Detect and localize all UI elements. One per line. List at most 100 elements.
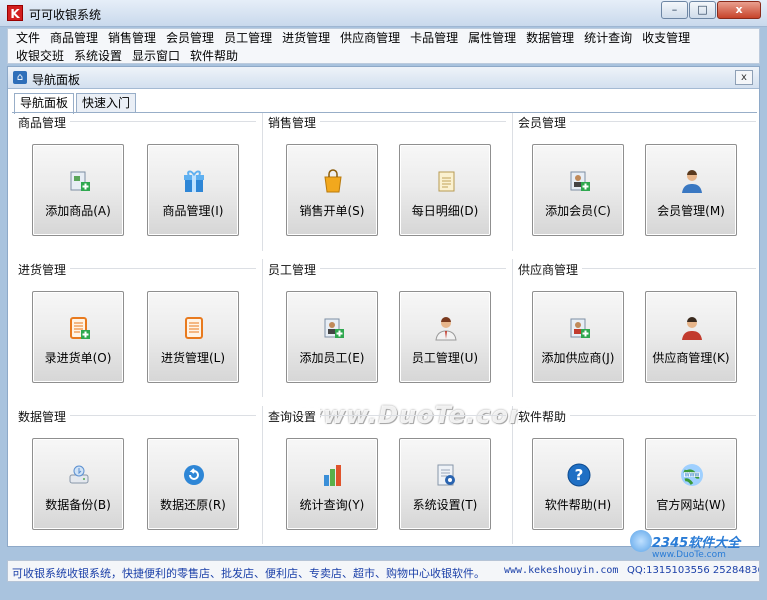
tile-label: 软件帮助(H) [544,498,612,512]
section-title: 会员管理 [518,114,571,131]
tab-navigation-panel[interactable]: 导航面板 [14,93,75,114]
menu-item[interactable]: 商品管理 [46,30,104,47]
menu-item[interactable]: 数据管理 [522,30,580,47]
tile-button[interactable]: WWW 官方网站(W) [645,438,737,530]
tile-label: 每日明细(D) [411,204,479,218]
app-logo-icon: K [7,5,23,21]
menu-item[interactable]: 会员管理 [162,30,220,47]
purchase-list-icon [181,315,207,341]
svg-text:?: ? [575,466,584,484]
add-employee-icon [320,315,346,341]
menu-item[interactable]: 进货管理 [278,30,336,47]
add-member-icon [566,168,592,194]
tile-label: 官方网站(W) [656,498,726,512]
maximize-button[interactable]: □ [689,1,716,19]
tile-button[interactable]: 销售开单(S) [286,144,378,236]
system-settings-icon [433,462,459,488]
menu-item[interactable]: 销售管理 [104,30,162,47]
tile-button[interactable]: 商品管理(I) [147,144,239,236]
tile-label: 员工管理(U) [411,351,479,365]
tile-button[interactable]: 系统设置(T) [399,438,491,530]
tile-button[interactable]: 添加员工(E) [286,291,378,383]
menu-row-2: 收银交班 系统设置 显示窗口 软件帮助 [8,47,759,65]
navigation-panel: ⌂ 导航面板 x 导航面板 快速入门 www.DuoTe.com 商品管理 添加商… [7,66,760,547]
section-title: 进货管理 [18,261,71,278]
tile-button[interactable]: 数据备份(B) [32,438,124,530]
menu-item[interactable]: 显示窗口 [128,48,186,65]
tile-button[interactable]: ? 软件帮助(H) [532,438,624,530]
tile-label: 添加员工(E) [299,351,365,365]
data-backup-icon [66,462,92,488]
tile-label: 进货管理(L) [160,351,226,365]
menu-item[interactable]: 员工管理 [220,30,278,47]
tile-button[interactable]: 每日明细(D) [399,144,491,236]
minimize-button[interactable]: – [661,1,688,19]
tile-button[interactable]: 添加商品(A) [32,144,124,236]
menu-item[interactable]: 系统设置 [70,48,128,65]
title-bar: K 可可收银系统 – □ x [0,0,767,27]
menu-item[interactable]: 卡品管理 [406,30,464,47]
badge-sub-text: www.DuoTe.com [652,550,726,560]
tile-button[interactable]: 数据还原(R) [147,438,239,530]
status-text: 可收银系统收银系统，快捷便利的零售店、批发店、便利店、专卖店、超市、购物中心收银… [12,567,485,580]
tile-label: 数据还原(R) [160,498,226,512]
section-title: 数据管理 [18,408,71,425]
tile-label: 添加供应商(J) [541,351,615,365]
tile-button[interactable]: 供应商管理(K) [645,291,737,383]
menu-bar: 文件 商品管理 销售管理 会员管理 员工管理 进货管理 供应商管理 卡品管理 属性管理 数据管理统… [7,28,760,64]
badge-main-text: 2345软件大全 [652,536,741,551]
column-divider [512,113,513,251]
tile-button[interactable]: 会员管理(M) [645,144,737,236]
tile-label: 录进货单(O) [44,351,112,365]
section-6: 数据管理 [18,408,256,425]
help-icon: ? [566,462,592,488]
tile-button[interactable]: 添加供应商(J) [532,291,624,383]
member-icon [679,168,705,194]
status-website: www.kekeshouyin.com [504,565,619,576]
column-divider [262,259,263,397]
panel-close-button[interactable]: x [735,70,753,85]
menu-item[interactable]: 软件帮助 [186,48,244,65]
tile-button[interactable]: 录进货单(O) [32,291,124,383]
add-product-icon [66,168,92,194]
section-title: 查询设置 [268,408,321,425]
menu-row-1: 文件 商品管理 销售管理 会员管理 员工管理 进货管理 供应商管理 卡品管理 属性管理 数据管理统… [8,29,759,47]
menu-item[interactable]: 统计查询 [580,30,638,47]
purchase-order-icon [66,315,92,341]
tab-strip: 导航面板 快速入门 [14,93,138,114]
section-8: 软件帮助 [518,408,756,425]
tile-button[interactable]: 进货管理(L) [147,291,239,383]
add-supplier-icon [566,315,592,341]
close-button[interactable]: x [717,1,761,19]
statistics-icon [320,462,346,488]
tile-button[interactable]: 员工管理(U) [399,291,491,383]
menu-item[interactable]: 供应商管理 [336,30,406,47]
window-controls: – □ x [660,1,761,19]
section-1: 销售管理 [268,114,506,131]
svg-text:WWW: WWW [685,473,700,479]
panel-title: 导航面板 [32,73,81,87]
section-2: 会员管理 [518,114,756,131]
tile-label: 添加商品(A) [45,204,111,218]
menu-item[interactable]: 属性管理 [464,30,522,47]
section-0: 商品管理 [18,114,256,131]
tile-button[interactable]: 统计查询(Y) [286,438,378,530]
column-divider [262,113,263,251]
tile-button[interactable]: 添加会员(C) [532,144,624,236]
column-divider [512,259,513,397]
gift-icon [181,168,207,194]
tab-quick-start[interactable]: 快速入门 [76,93,137,113]
column-divider [262,406,263,544]
data-restore-icon [181,462,207,488]
tile-label: 数据备份(B) [45,498,111,512]
supplier-icon [679,315,705,341]
tab-content: www.DuoTe.com 商品管理 添加商品(A) 商品管理(I) 销售管理 销售开单… [12,112,757,544]
employee-icon [433,315,459,341]
daily-detail-icon [433,168,459,194]
menu-item[interactable]: 收银交班 [12,48,70,65]
section-title: 员工管理 [268,261,321,278]
menu-item[interactable]: 收支管理 [638,30,696,47]
menu-item[interactable]: 文件 [12,30,46,47]
tile-label: 商品管理(I) [162,204,224,218]
tile-label: 统计查询(Y) [299,498,365,512]
